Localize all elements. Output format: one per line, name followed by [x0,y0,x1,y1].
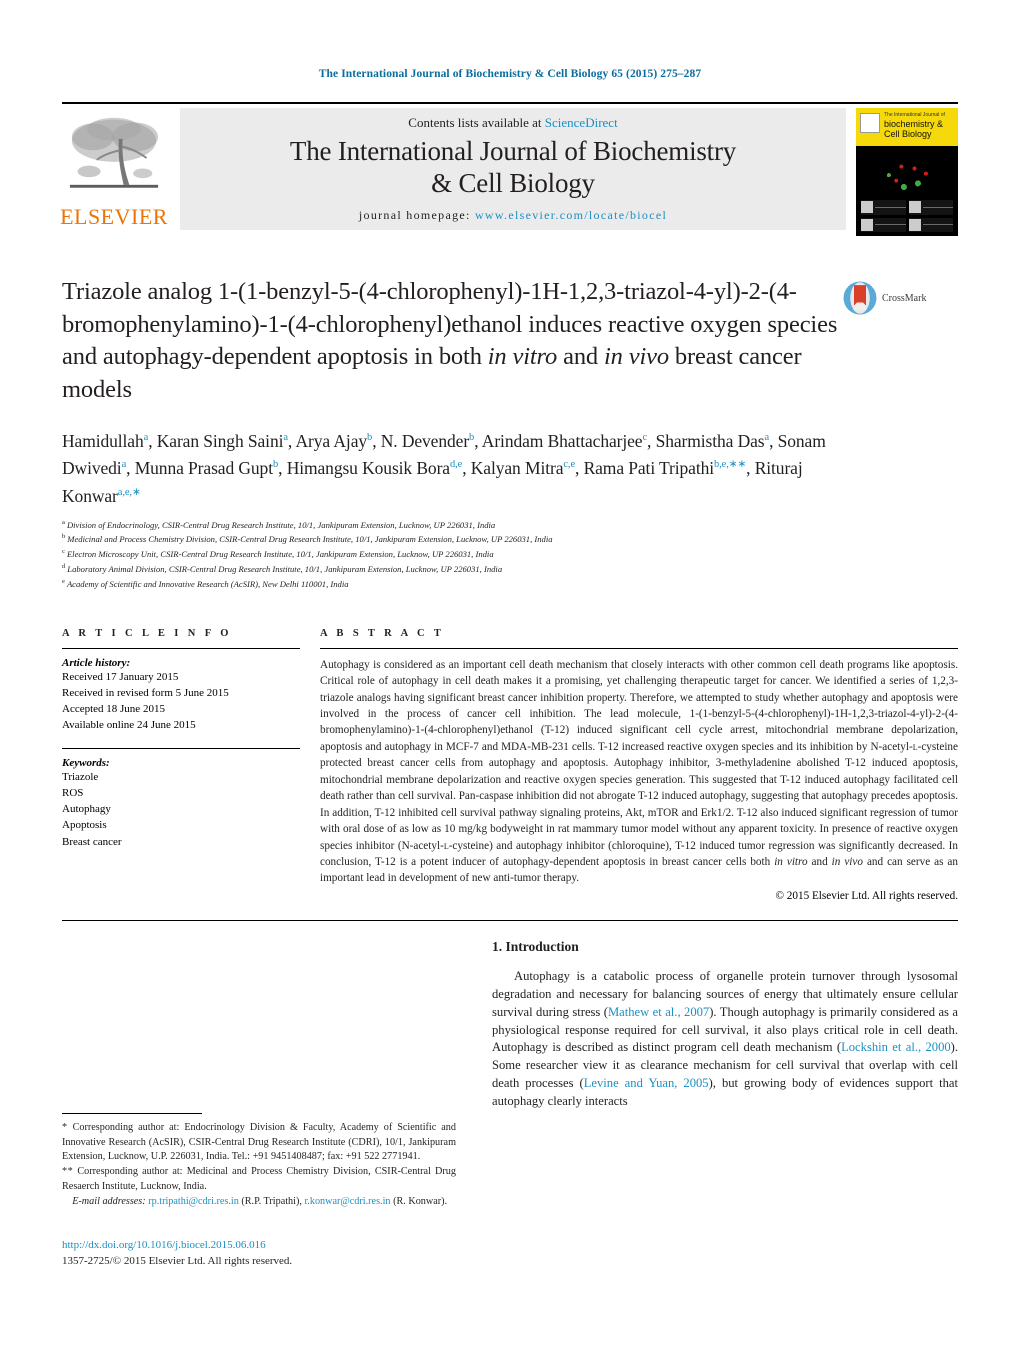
issn-copyright-line: 1357-2725/© 2015 Elsevier Ltd. All right… [62,1254,293,1267]
affiliation-text: Laboratory Animal Division, CSIR-Central… [67,563,503,574]
cover-publisher-mark-icon [860,113,880,133]
keyword-item: Autophagy [62,803,111,816]
keyword-item: ROS [62,786,84,799]
crossmark-icon [843,281,877,315]
author-list: Hamidullaha, Karan Singh Sainia, Arya Aj… [62,431,826,506]
email-addresses-label: E-mail addresses: [72,1196,146,1208]
info-abstract-row: A R T I C L E I N F O Article history: R… [62,628,958,902]
affiliation-marker: c [62,548,65,556]
divider [62,747,300,749]
email-person-konwar: (R. Konwar). [393,1196,448,1208]
introduction-paragraph: Autophagy is a catabolic process of orga… [492,968,959,1109]
journal-cover-thumbnail: The International Journal of biochemistr… [856,108,958,236]
footer-doi-block: http://dx.doi.org/10.1016/j.biocel.2015.… [62,1239,456,1269]
cover-icon-2 [908,200,953,215]
contents-prefix: Contents lists available at [408,114,545,130]
affiliation-marker: e [62,577,65,585]
contents-list-line: Contents lists available at ScienceDirec… [408,115,617,131]
keywords-label: Keywords: [62,756,110,769]
elsevier-tree-icon [66,112,162,204]
affiliation-item: c Electron Microscopy Unit, CSIR-Central … [62,547,958,562]
article-info-column: A R T I C L E I N F O Article history: R… [62,628,320,850]
cover-title-band: The International Journal of biochemistr… [856,108,958,146]
crossmark-badge[interactable]: CrossMark [842,276,950,316]
homepage-label: journal homepage: [358,208,475,223]
journal-title-line2: & Cell Biology [431,167,595,198]
abstract-copyright: © 2015 Elsevier Ltd. All rights reserved… [775,889,959,902]
affiliation-marker: d [62,563,66,571]
keyword-item: Apoptosis [62,819,107,832]
cover-title-big: biochemistry & Cell Biology [884,119,944,139]
affiliation-item: d Laboratory Animal Division, CSIR-Centra… [62,562,958,577]
elsevier-wordmark: ELSEVIER [60,204,168,229]
page-title: Triazole analog 1-(1-benzyl-5-(4-chlorop… [62,278,838,403]
affiliation-item: a Division of Endocrinology, CSIR-Central… [62,518,958,533]
cover-icon-4 [908,217,953,232]
journal-title-line1: The International Journal of Biochemistr… [289,135,737,166]
article-info-heading: A R T I C L E I N F O [62,627,232,639]
article-first-page: The International Journal of Biochemistr… [0,0,1020,1351]
email-addresses-note: E-mail addresses: rp.tripathi@cdri.res.i… [72,1196,448,1208]
article-history-item: Accepted 18 June 2015 [62,703,165,716]
affiliation-text: Electron Microscopy Unit, CSIR-Central D… [66,549,494,560]
article-history-label: Article history: [62,656,131,669]
affiliation-text: Division of Endocrinology, CSIR-Central … [66,519,496,530]
cover-icon-3 [861,217,906,232]
footnote-divider [62,1113,202,1115]
divider [62,647,300,649]
journal-homepage-line: journal homepage: www.elsevier.com/locat… [359,208,667,223]
keyword-item: Triazole [62,770,99,783]
masthead-center: Contents lists available at ScienceDirec… [180,108,846,230]
introduction-heading: 1. Introduction [492,938,579,954]
crossmark-label: CrossMark [882,292,927,304]
sciencedirect-link[interactable]: ScienceDirect [545,115,618,130]
section-divider [62,919,958,921]
email-link-tripathi[interactable]: rp.tripathi@cdri.res.in [148,1196,239,1207]
keyword-item: Breast cancer [62,835,122,848]
affiliation-list: a Division of Endocrinology, CSIR-Central… [62,518,958,592]
elsevier-logo: ELSEVIER [60,108,168,229]
abstract-text: Autophagy is considered as an important … [320,658,958,885]
running-head: The International Journal of Biochemistr… [318,68,702,80]
email-person-tripathi: (R.P. Tripathi) [241,1196,300,1208]
cover-icon-grid [861,200,953,232]
affiliation-text: Academy of Scientific and Innovative Res… [66,578,349,589]
title-area: Triazole analog 1-(1-benzyl-5-(4-chlorop… [62,276,958,406]
affiliation-item: e Academy of Scientific and Innovative Re… [62,577,958,592]
article-history-item: Available online 24 June 2015 [62,719,196,732]
divider [320,647,958,649]
cover-title-small: The International Journal of [884,112,945,118]
affiliation-marker: b [62,533,66,541]
corresponding-author-note-1: * Corresponding author at: Endocrinology… [62,1122,456,1162]
right-body-column: 1. Introduction Autophagy is a catabolic… [492,939,958,1111]
affiliation-item: b Medicinal and Process Chemistry Divisio… [62,532,958,547]
journal-title: The International Journal of Biochemistr… [290,136,736,200]
body-columns: * Corresponding author at: Endocrinology… [62,939,958,1269]
article-history-item: Received in revised form 5 June 2015 [62,686,229,699]
footnotes-block: * Corresponding author at: Endocrinology… [62,1113,456,1211]
abstract-column: A B S T R A C T Autophagy is considered … [320,628,958,902]
corresponding-author-note-2: ** Corresponding author at: Medicinal an… [62,1166,456,1192]
journal-masthead: ELSEVIER Contents lists available at Sci… [60,102,958,236]
left-body-column: * Corresponding author at: Endocrinology… [62,939,492,1269]
cover-icon-1 [861,200,906,215]
affiliation-text: Medicinal and Process Chemistry Division… [67,534,553,545]
homepage-url-link[interactable]: www.elsevier.com/locate/biocel [475,208,667,222]
affiliation-marker: a [62,518,65,526]
article-history-item: Received 17 January 2015 [62,670,179,683]
abstract-heading: A B S T R A C T [320,627,445,639]
cover-micrograph-image [871,142,947,204]
email-link-konwar[interactable]: r.konwar@cdri.res.in [304,1196,390,1207]
doi-link[interactable]: http://dx.doi.org/10.1016/j.biocel.2015.… [62,1239,456,1251]
